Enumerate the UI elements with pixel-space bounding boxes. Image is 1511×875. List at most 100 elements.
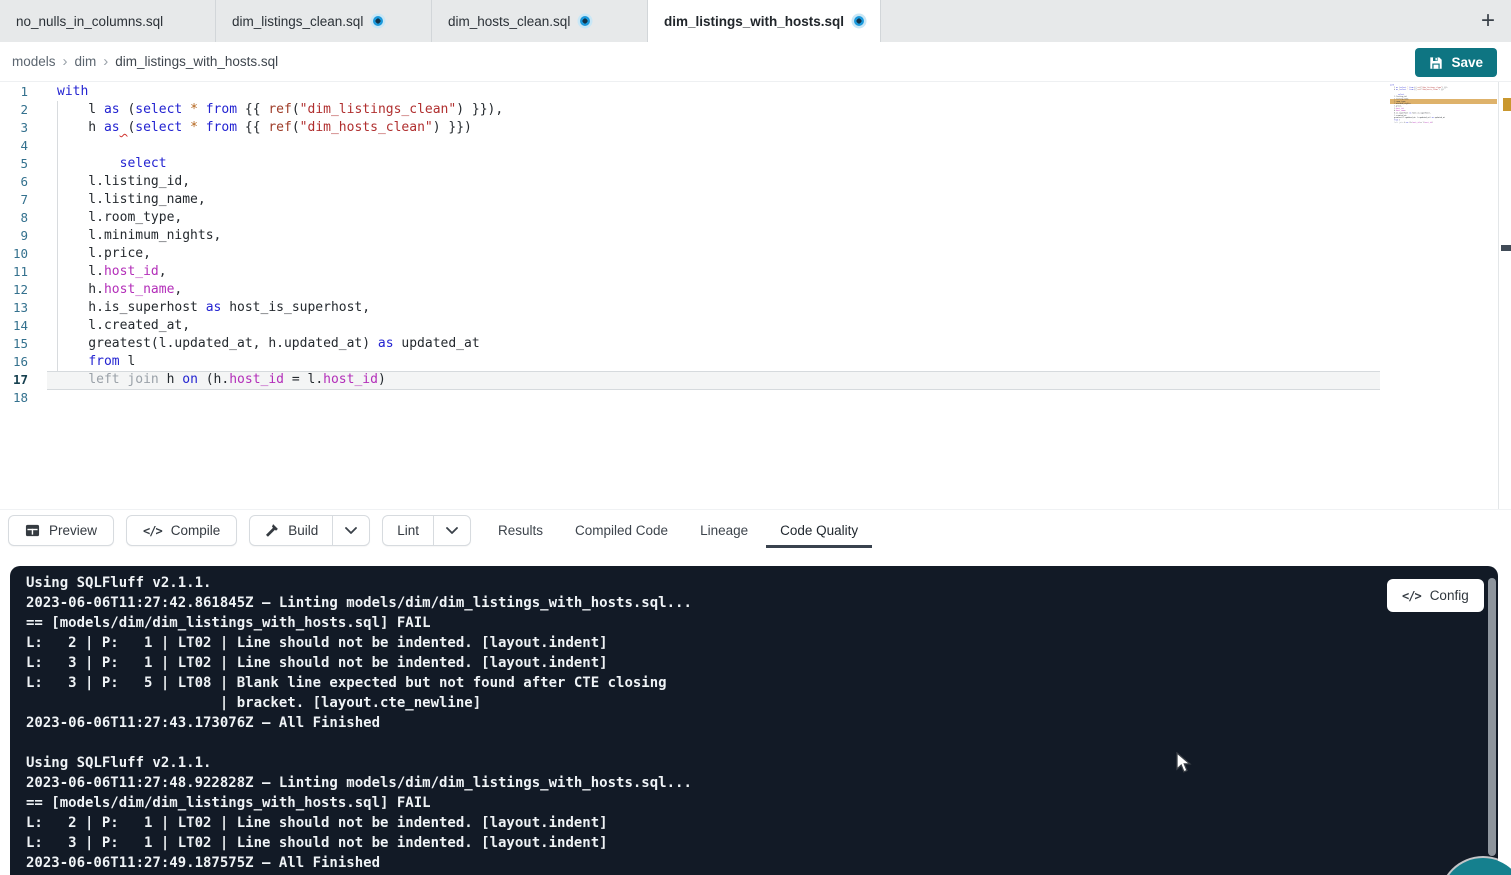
tab-dim_listings_with_hosts-sql[interactable]: dim_listings_with_hosts.sql — [648, 0, 881, 42]
editor-right-divider — [1498, 82, 1499, 509]
breadcrumb-segment[interactable]: dim — [75, 54, 97, 69]
code-line-7[interactable]: l.listing_name, — [57, 192, 503, 210]
tab-no_nulls_in_columns-sql[interactable]: no_nulls_in_columns.sql — [0, 0, 216, 42]
save-button[interactable]: Save — [1415, 48, 1497, 77]
help-bubble[interactable] — [1441, 858, 1511, 875]
terminal-line-10: Using SQLFluff v2.1.1. — [26, 753, 692, 773]
code-line-9[interactable]: l.minimum_nights, — [57, 228, 503, 246]
table-icon — [25, 523, 40, 538]
line-number-3: 3 — [0, 120, 28, 138]
code-line-2[interactable]: l as (select * from {{ ref("dim_listings… — [57, 102, 503, 120]
build-button[interactable]: Build — [250, 516, 332, 545]
code-line-14[interactable]: l.created_at, — [57, 318, 503, 336]
code-area[interactable]: with l as (select * from {{ ref("dim_lis… — [57, 84, 503, 408]
token: l.room_type, — [57, 210, 182, 225]
token — [182, 102, 190, 117]
token: , — [174, 282, 182, 297]
code-line-16[interactable]: from l — [57, 354, 503, 372]
hammer-icon — [264, 523, 279, 538]
panel-tab-compiled-code[interactable]: Compiled Code — [575, 523, 668, 538]
terminal-panel: Using SQLFluff v2.1.1. 2023-06-06T11:27:4… — [10, 566, 1498, 875]
token: as — [206, 300, 222, 315]
token: on — [182, 372, 198, 387]
minimap-content: with l as (select * from {{ ref("dim_lis… — [1390, 84, 1470, 126]
token: with — [57, 84, 88, 99]
terminal-output: Using SQLFluff v2.1.1. 2023-06-06T11:27:4… — [26, 573, 692, 873]
panel-tab-lineage[interactable]: Lineage — [700, 523, 748, 538]
token: as — [104, 120, 120, 135]
code-line-6[interactable]: l.listing_id, — [57, 174, 503, 192]
code-editor[interactable]: 123456789101112131415161718 with l as (s… — [0, 82, 1511, 509]
config-button[interactable]: </> Config — [1387, 579, 1484, 612]
code-line-1[interactable]: with — [57, 84, 503, 102]
token: select — [135, 120, 182, 135]
unsaved-changes-dot-icon — [373, 16, 383, 26]
token: updated_at — [394, 336, 480, 351]
terminal-line-8: 2023-06-06T11:27:43.173076Z — All Finish… — [26, 713, 692, 733]
code-line-3[interactable]: h as (select * from {{ ref("dim_hosts_cl… — [57, 120, 503, 138]
token: l. — [57, 264, 104, 279]
token: l.listing_id, — [57, 174, 190, 189]
code-line-4[interactable] — [57, 138, 503, 156]
save-label: Save — [1451, 55, 1483, 70]
code-line-10[interactable]: l.price, — [57, 246, 503, 264]
code-line-17[interactable]: left join h on (h.host_id = l.host_id) — [57, 372, 503, 390]
line-number-15: 15 — [0, 336, 28, 354]
token: ) — [378, 372, 386, 387]
line-number-17: 17 — [0, 372, 28, 390]
line-number-13: 13 — [0, 300, 28, 318]
terminal-scrollbar[interactable] — [1488, 578, 1496, 856]
code-line-15[interactable]: greatest(l.updated_at, h.updated_at) as … — [57, 336, 503, 354]
token: = l. — [284, 372, 323, 387]
panel-tab-results[interactable]: Results — [498, 523, 543, 538]
breadcrumb-bar: models›dim›dim_listings_with_hosts.sql S… — [0, 42, 1511, 82]
line-number-10: 10 — [0, 246, 28, 264]
new-tab-button[interactable]: + — [1465, 0, 1511, 42]
code-line-11[interactable]: l.host_id, — [57, 264, 503, 282]
token: ) }}) — [433, 120, 472, 135]
lint-dropdown-button[interactable] — [433, 516, 470, 545]
line-number-14: 14 — [0, 318, 28, 336]
line-number-12: 12 — [0, 282, 28, 300]
code-line-18[interactable] — [57, 390, 503, 408]
preview-button[interactable]: Preview — [8, 515, 114, 546]
token: l.price, — [57, 246, 151, 261]
code-line-8[interactable]: l.room_type, — [57, 210, 503, 228]
chevron-down-icon — [345, 527, 357, 534]
tab-dim_hosts_clean-sql[interactable]: dim_hosts_clean.sql — [432, 0, 648, 42]
tab-label: dim_hosts_clean.sql — [448, 14, 570, 29]
token: ref — [268, 120, 291, 135]
tab-dim_listings_clean-sql[interactable]: dim_listings_clean.sql — [216, 0, 432, 42]
build-dropdown-button[interactable] — [332, 516, 369, 545]
line-number-9: 9 — [0, 228, 28, 246]
compile-button[interactable]: </> Compile — [126, 515, 237, 546]
code-line-12[interactable]: h.host_name, — [57, 282, 503, 300]
breadcrumb-separator: › — [63, 53, 68, 70]
minimap[interactable]: with l as (select * from {{ ref("dim_lis… — [1390, 84, 1470, 128]
terminal-line-4: L: 2 | P: 1 | LT02 | Line should not be … — [26, 633, 692, 653]
token: "dim_hosts_clean" — [300, 120, 433, 135]
unsaved-changes-dot-icon — [854, 16, 864, 26]
lint-button-group: Lint — [382, 515, 471, 546]
breadcrumb-segment[interactable]: models — [12, 54, 56, 69]
dbt-ide-window: no_nulls_in_columns.sqldim_listings_clea… — [0, 0, 1511, 875]
action-bar: Preview </> Compile Build — [0, 509, 1511, 567]
code-line-5[interactable]: select — [57, 156, 503, 174]
tab-bar: no_nulls_in_columns.sqldim_listings_clea… — [0, 0, 1511, 42]
lint-button[interactable]: Lint — [383, 516, 433, 545]
token — [198, 102, 206, 117]
build-label: Build — [288, 523, 318, 538]
token: l.created_at, — [57, 318, 190, 333]
token: select — [135, 102, 182, 117]
breadcrumb-segment[interactable]: dim_listings_with_hosts.sql — [115, 54, 278, 69]
config-label: Config — [1430, 588, 1469, 603]
token: host_id — [229, 372, 284, 387]
panel-tab-code-quality[interactable]: Code Quality — [780, 523, 858, 538]
token: host_id — [1412, 121, 1419, 123]
token: h — [57, 120, 104, 135]
terminal-line-6: L: 3 | P: 5 | LT08 | Blank line expected… — [26, 673, 692, 693]
token — [57, 156, 120, 171]
line-number-2: 2 — [0, 102, 28, 120]
code-line-13[interactable]: h.is_superhost as host_is_superhost, — [57, 300, 503, 318]
unsaved-changes-dot-icon — [580, 16, 590, 26]
